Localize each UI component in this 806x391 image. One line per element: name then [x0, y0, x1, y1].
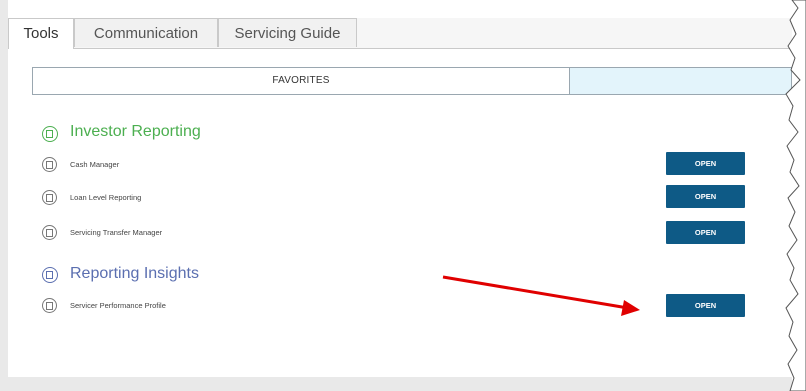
arrow-head — [621, 300, 640, 316]
annotation-arrow — [442, 275, 640, 316]
torn-edge — [785, 0, 806, 391]
arrow-shaft — [442, 275, 629, 310]
